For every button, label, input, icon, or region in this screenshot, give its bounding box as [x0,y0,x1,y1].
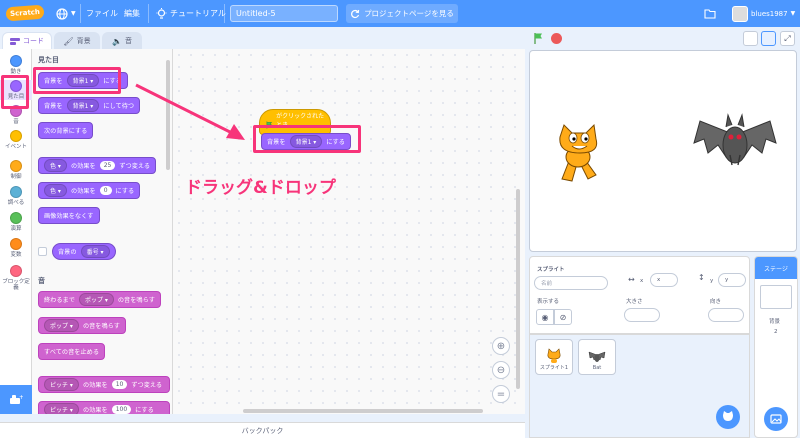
stage-thumbnail [760,285,792,309]
green-flag-icon[interactable] [533,32,545,44]
bat-thumb-icon [588,351,606,362]
zoom-in-button[interactable]: ⊕ [492,337,510,355]
size-field[interactable] [624,308,660,322]
y-arrow-icon: ↕ [698,273,705,282]
image-add-icon [770,414,782,424]
sprite-thumb-name: スプライト1 [539,365,569,371]
x-label: x [640,278,644,284]
zoom-out-button[interactable]: ⊖ [492,361,510,379]
stop-button[interactable] [551,33,562,44]
sprite-thumb[interactable]: スプライト1 [535,339,573,375]
svg-text:+: + [19,394,23,401]
zoom-reset-icon: = [496,388,506,400]
stage-canvas[interactable] [529,50,797,252]
x-arrow-icon: ↔ [628,275,635,284]
normal-stage-button[interactable] [761,31,776,46]
zoom-out-icon: ⊖ [496,364,506,376]
backdrops-label: 背景 [769,319,781,325]
cat-thumb-icon [547,348,561,363]
y-field[interactable]: y [718,273,746,287]
y-label: y [710,278,714,284]
sprite-info-panel: スプライト 名前 ↔ x x ↕ y y 表示する ◉ ⊘ 大きさ 向き [529,256,750,334]
cat-sprite[interactable] [554,123,604,185]
direction-field[interactable] [708,308,744,322]
eye-off-icon: ⊘ [559,312,567,322]
stage-panel-title: ステージ [764,265,788,273]
eye-icon: ◉ [541,312,549,322]
zoom-in-icon: ⊕ [496,340,506,352]
size-label: 大きさ [626,299,643,305]
show-label: 表示する [537,299,560,305]
sprite-name-placeholder: 名前 [541,281,553,287]
small-stage-button[interactable] [743,31,758,46]
hide-button[interactable]: ⊘ [554,309,572,325]
sprite-name-field[interactable]: 名前 [534,276,608,290]
stage-controls: ⤢ [529,28,800,50]
bat-sprite[interactable] [690,113,780,183]
stage-panel-header: ステージ [755,257,797,279]
x-value: x [657,277,661,283]
sprite-thumb-name: Bat [592,365,602,371]
extension-icon: + [10,394,23,404]
sprite-list: スプライト1 Bat [529,334,750,438]
direction-label: 向き [710,299,722,305]
cat-add-icon [723,411,733,421]
backdrops-count: 2 [774,329,778,335]
backpack-bar[interactable]: バックパック [0,422,525,438]
backpack-label: バックパック [241,426,284,435]
fullscreen-button[interactable]: ⤢ [780,31,795,46]
stage-panel[interactable]: ステージ 背景 2 [754,256,798,438]
sprite-label: スプライト [537,267,565,273]
add-extension-button[interactable]: + [0,385,32,414]
y-value: y [725,277,729,283]
sprite-thumb[interactable]: Bat [578,339,616,375]
show-visible-button[interactable]: ◉ [536,309,554,325]
zoom-reset-button[interactable]: = [492,385,510,403]
choose-backdrop-button[interactable] [764,407,788,431]
x-field[interactable]: x [650,273,678,287]
choose-sprite-button[interactable] [716,405,740,429]
